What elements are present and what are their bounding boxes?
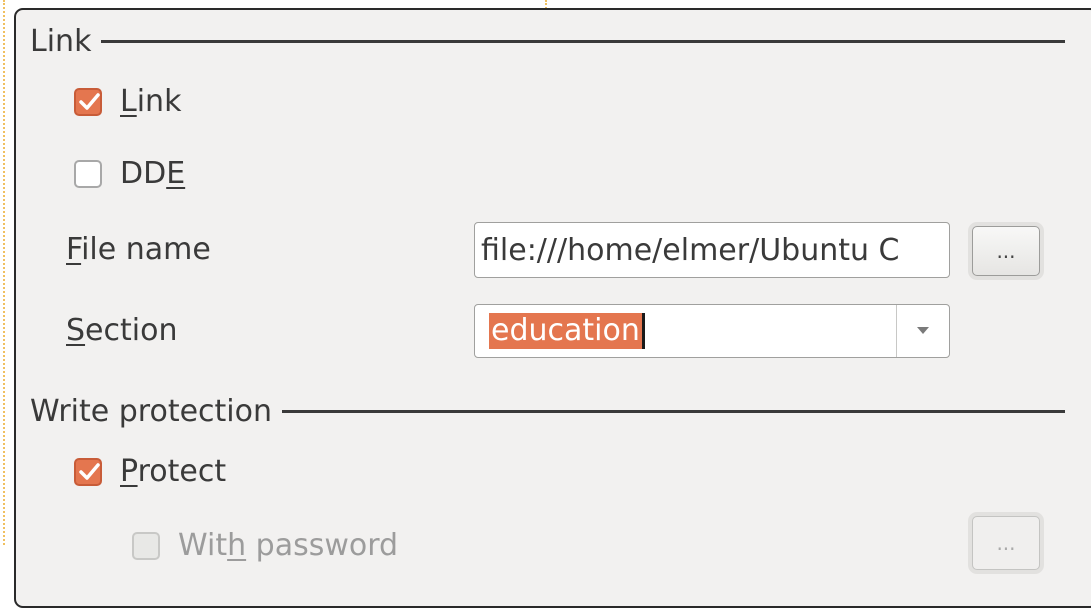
protect-checkbox-row[interactable]: Protect: [74, 454, 226, 489]
file-name-value: file:///home/elmer/Ubuntu C: [481, 232, 900, 268]
text-caret: [641, 313, 645, 349]
section-combo-box[interactable]: education: [474, 304, 950, 358]
write-protection-title: Write protection: [30, 394, 272, 429]
with-password-checkbox-row[interactable]: With password: [132, 528, 398, 563]
link-section-header: Link: [30, 24, 1065, 59]
browse-file-button-label: ...: [996, 239, 1016, 263]
password-button[interactable]: ...: [972, 516, 1040, 570]
link-checkbox[interactable]: [74, 87, 102, 116]
with-password-checkbox[interactable]: [132, 531, 160, 560]
with-password-label: With password: [178, 528, 399, 563]
section-value: education: [489, 313, 642, 349]
write-protection-header: Write protection: [30, 394, 1065, 429]
dde-checkbox-label: DDE: [120, 156, 186, 191]
section-divider: [101, 40, 1065, 43]
link-checkbox-row[interactable]: Link: [74, 84, 181, 119]
browse-file-button[interactable]: ...: [972, 226, 1040, 276]
file-name-label: File name: [66, 232, 211, 267]
file-name-field[interactable]: file:///home/elmer/Ubuntu C: [474, 222, 950, 278]
section-divider: [282, 410, 1065, 413]
protect-checkbox-label: Protect: [120, 454, 227, 489]
dialog-panel: Link Link DDE File name file:///home/elm…: [14, 8, 1091, 608]
check-icon: [79, 92, 100, 110]
dde-checkbox-row[interactable]: DDE: [74, 156, 185, 191]
dde-checkbox[interactable]: [74, 159, 102, 188]
link-section-title: Link: [30, 24, 92, 59]
protect-checkbox[interactable]: [74, 457, 102, 486]
password-button-label: ...: [996, 531, 1016, 555]
section-dropdown-button[interactable]: [896, 305, 949, 357]
layout-guide: [3, 0, 6, 545]
chevron-down-icon: [917, 327, 929, 334]
section-label: Section: [66, 313, 178, 348]
link-checkbox-label: Link: [120, 84, 182, 119]
check-icon: [79, 462, 100, 480]
